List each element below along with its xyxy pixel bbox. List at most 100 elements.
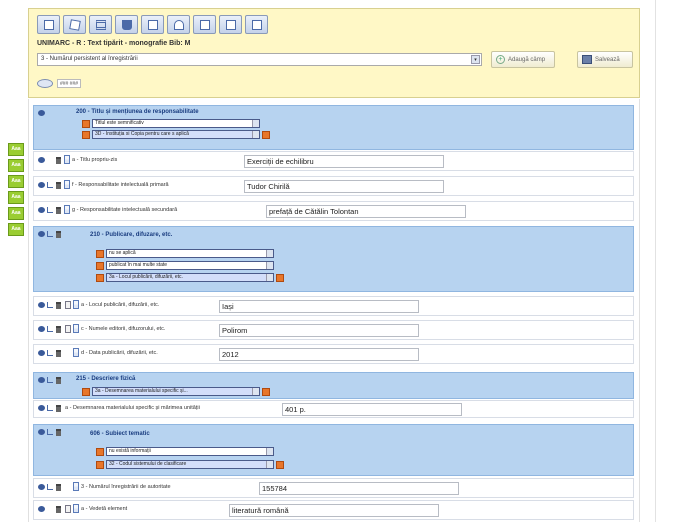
side-tab[interactable]: Aaa bbox=[8, 207, 24, 220]
add-subfield-icon[interactable] bbox=[262, 130, 270, 139]
trash-icon[interactable] bbox=[56, 157, 61, 164]
add-subfield-icon[interactable] bbox=[276, 273, 284, 282]
indicator-1-select[interactable]: nu există informații bbox=[106, 447, 274, 456]
add-subfield-icon[interactable] bbox=[262, 387, 270, 396]
export-button[interactable] bbox=[219, 15, 242, 34]
move-icon[interactable] bbox=[47, 207, 53, 213]
view-icon[interactable] bbox=[38, 405, 45, 411]
print-button[interactable] bbox=[141, 15, 164, 34]
filter-button[interactable] bbox=[115, 15, 138, 34]
copy-icon bbox=[199, 19, 210, 30]
subfield-input[interactable]: 2012 bbox=[219, 348, 419, 361]
document-icon[interactable] bbox=[65, 325, 71, 333]
up-down-icon[interactable] bbox=[64, 180, 70, 189]
subfield-row-200g: g - Responsabilitate intelectuală secund… bbox=[33, 201, 634, 221]
toolbar bbox=[37, 15, 268, 34]
side-tab[interactable]: Aaa bbox=[8, 143, 24, 156]
view-icon[interactable] bbox=[38, 506, 45, 512]
move-icon[interactable] bbox=[47, 429, 53, 435]
document-icon[interactable] bbox=[65, 301, 71, 309]
save-button[interactable]: Salvează bbox=[577, 51, 633, 68]
view-icon[interactable] bbox=[38, 302, 45, 308]
view-icon[interactable] bbox=[38, 350, 45, 356]
subfield-input[interactable]: literatură română bbox=[229, 504, 439, 517]
up-down-icon[interactable] bbox=[73, 504, 79, 513]
up-down-icon[interactable] bbox=[64, 155, 70, 164]
up-down-icon[interactable] bbox=[73, 482, 79, 491]
trash-icon[interactable] bbox=[56, 350, 61, 357]
field-block-215: 215 - Descriere fizică 3a - Desemnarea m… bbox=[33, 372, 634, 399]
field-select[interactable]: 3 - Numărul persistent al înregistrării … bbox=[37, 53, 482, 66]
trash-icon[interactable] bbox=[56, 302, 61, 309]
add-subfield-icon[interactable] bbox=[276, 460, 284, 469]
edit-button[interactable] bbox=[63, 15, 86, 34]
view-icon[interactable] bbox=[38, 157, 45, 163]
view-icon[interactable] bbox=[38, 207, 45, 213]
move-icon[interactable] bbox=[47, 326, 53, 332]
subfield-input[interactable]: Exerciții de echilibru bbox=[244, 155, 444, 168]
side-tab[interactable]: Aaa bbox=[8, 175, 24, 188]
indicator-3-select[interactable]: 3a - Locul publicării, difuzării, etc. bbox=[106, 273, 274, 282]
trash-icon[interactable] bbox=[56, 182, 61, 189]
indicator-1-select[interactable]: nu se aplică bbox=[106, 249, 274, 258]
view-icon[interactable] bbox=[38, 231, 45, 237]
indicator-2: 32 - Codul sistemului de clasificare bbox=[96, 460, 284, 469]
add-field-button[interactable]: + Adaugă câmp bbox=[491, 51, 555, 68]
indicator-2-select[interactable]: 32 - Codul sistemului de clasificare bbox=[106, 460, 274, 469]
subfield-input[interactable]: Polirom bbox=[219, 324, 419, 337]
up-down-icon[interactable] bbox=[73, 324, 79, 333]
indicator-1-select[interactable]: Titlul este semnificativ bbox=[92, 119, 260, 128]
new-record-button[interactable] bbox=[37, 15, 60, 34]
move-icon[interactable] bbox=[47, 484, 53, 490]
list-button[interactable] bbox=[89, 15, 112, 34]
save-icon bbox=[582, 55, 592, 64]
indicator-marker-icon bbox=[82, 130, 90, 139]
indicator-2-select[interactable]: publicat în mai multe state bbox=[106, 261, 274, 270]
subfield-input[interactable]: prefață de Cătălin Tolontan bbox=[266, 205, 466, 218]
chevron-down-icon bbox=[266, 262, 273, 269]
trash-icon[interactable] bbox=[56, 207, 61, 214]
subfield-input[interactable]: Iași bbox=[219, 300, 419, 313]
side-tab[interactable]: Aaa bbox=[8, 223, 24, 236]
trash-icon[interactable] bbox=[56, 377, 61, 384]
view-icon[interactable] bbox=[38, 377, 45, 383]
subfield-row-606a: a - Vedetă element literatură română bbox=[33, 500, 634, 520]
trash-icon[interactable] bbox=[56, 506, 61, 513]
leader-row: ### ### bbox=[37, 79, 85, 88]
indicator-1-select[interactable]: 3a - Desemnarea materialului specific și… bbox=[92, 387, 260, 396]
trash-icon[interactable] bbox=[56, 405, 61, 412]
subfield-input[interactable]: 401 p. bbox=[282, 403, 462, 416]
move-icon[interactable] bbox=[47, 182, 53, 188]
move-icon[interactable] bbox=[47, 231, 53, 237]
side-tab[interactable]: Aaa bbox=[8, 191, 24, 204]
lock-button[interactable] bbox=[167, 15, 190, 34]
move-icon[interactable] bbox=[47, 350, 53, 356]
document-icon[interactable] bbox=[65, 505, 71, 513]
up-down-icon[interactable] bbox=[64, 205, 70, 214]
indicator-marker-icon bbox=[96, 447, 104, 456]
subfield-input[interactable]: 155784 bbox=[259, 482, 459, 495]
up-down-icon[interactable] bbox=[73, 300, 79, 309]
move-icon[interactable] bbox=[47, 377, 53, 383]
leader-label[interactable]: ### ### bbox=[57, 79, 82, 88]
side-tab[interactable]: Aaa bbox=[8, 159, 24, 172]
up-down-icon[interactable] bbox=[73, 348, 79, 357]
subfield-input[interactable]: Tudor Chirilă bbox=[244, 180, 444, 193]
view-icon[interactable] bbox=[38, 429, 45, 435]
filter-icon bbox=[121, 19, 132, 30]
trash-icon[interactable] bbox=[56, 231, 61, 238]
view-icon[interactable] bbox=[38, 110, 45, 116]
copy-button[interactable] bbox=[193, 15, 216, 34]
trash-icon[interactable] bbox=[56, 429, 61, 436]
move-icon[interactable] bbox=[47, 405, 53, 411]
trash-icon[interactable] bbox=[56, 484, 61, 491]
view-icon[interactable] bbox=[38, 484, 45, 490]
move-icon[interactable] bbox=[47, 302, 53, 308]
leader-toggle-icon[interactable] bbox=[37, 79, 53, 88]
view-icon[interactable] bbox=[38, 326, 45, 332]
trash-icon[interactable] bbox=[56, 326, 61, 333]
window-button[interactable] bbox=[245, 15, 268, 34]
view-icon[interactable] bbox=[38, 182, 45, 188]
save-label: Salvează bbox=[595, 56, 620, 63]
indicator-2-select[interactable]: 3D - Instituția si Copia pentru care s a… bbox=[92, 130, 260, 139]
